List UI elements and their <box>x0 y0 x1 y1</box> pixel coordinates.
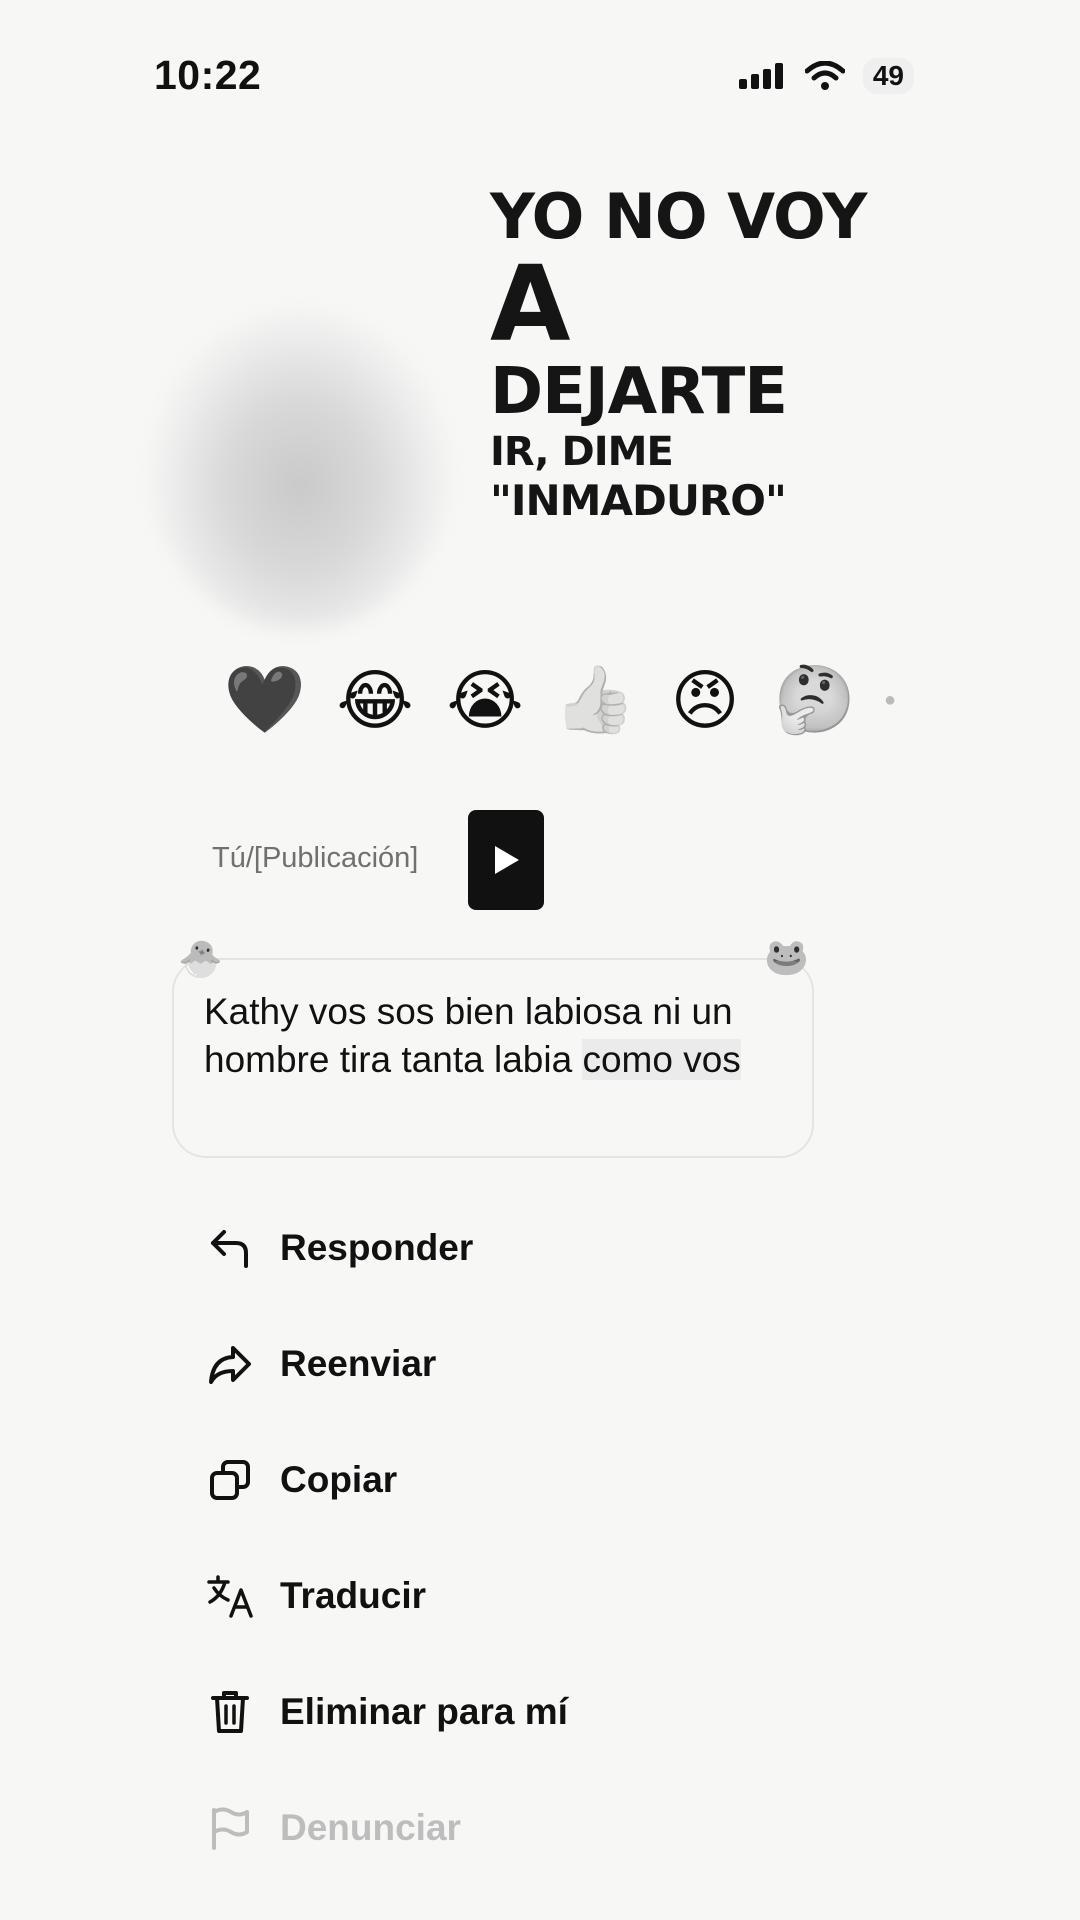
report-label: Denunciar <box>280 1807 461 1848</box>
translate-icon <box>206 1572 254 1620</box>
thumbs-up-icon[interactable]: 👍 <box>540 660 650 740</box>
more-reactions-icon[interactable]: ● <box>870 660 910 740</box>
headline-line-1: YO NO VOY <box>490 180 867 253</box>
copy-menu-item[interactable]: Copiar <box>206 1450 397 1510</box>
status-icons: 49 <box>738 58 914 94</box>
headline-line-5: "INMADURO" <box>490 476 787 525</box>
sticker-deco-right-icon: 🐸 <box>764 936 809 977</box>
headline-line-2: A <box>490 243 571 365</box>
angry-face-icon[interactable]: 😠 <box>650 660 760 740</box>
tears-of-joy-icon[interactable]: 😂 <box>320 660 430 740</box>
copy-icon <box>206 1456 254 1504</box>
sticker-deco-left-icon: 🐣 <box>178 938 223 979</box>
message-text-highlight: como vos <box>582 1039 741 1080</box>
reply-menu-item[interactable]: Responder <box>206 1218 473 1278</box>
heart-icon[interactable]: 🖤 <box>210 660 320 740</box>
battery-level: 49 <box>862 58 914 94</box>
reaction-bar: 🖤 😂 😭 👍 😠 🤔 ● <box>210 660 910 740</box>
report-menu-item[interactable]: Denunciar <box>206 1798 461 1858</box>
forward-arrow-icon <box>206 1340 254 1388</box>
blurred-post-image <box>150 310 450 630</box>
status-time: 10:22 <box>154 52 262 98</box>
reply-context-label: Tú/[Publicación] <box>212 842 419 874</box>
translate-label: Traducir <box>280 1575 426 1616</box>
signal-icon <box>738 63 783 89</box>
post-thumbnail[interactable] <box>468 810 544 910</box>
translate-menu-item[interactable]: Traducir <box>206 1566 426 1626</box>
flag-icon <box>206 1804 254 1852</box>
thinking-face-icon[interactable]: 🤔 <box>760 660 870 740</box>
reply-arrow-icon <box>206 1224 254 1272</box>
trash-icon <box>206 1688 254 1736</box>
forward-menu-item[interactable]: Reenviar <box>206 1334 436 1394</box>
crying-face-icon[interactable]: 😭 <box>430 660 540 740</box>
delete-label: Eliminar para mí <box>280 1691 568 1732</box>
wifi-icon <box>804 61 845 90</box>
forward-label: Reenviar <box>280 1343 437 1384</box>
headline-line-4: IR, DIME <box>490 429 674 475</box>
message-text: Kathy vos sos bien labiosa ni un hombre … <box>204 988 804 1084</box>
delete-menu-item[interactable]: Eliminar para mí <box>206 1682 568 1742</box>
copy-label: Copiar <box>280 1459 398 1500</box>
reply-label: Responder <box>280 1227 474 1268</box>
post-headline: YO NO VOY A DEJARTE IR, DIME "INMADURO" <box>490 180 867 525</box>
headline-line-3: DEJARTE <box>490 355 788 429</box>
play-icon <box>495 846 519 874</box>
